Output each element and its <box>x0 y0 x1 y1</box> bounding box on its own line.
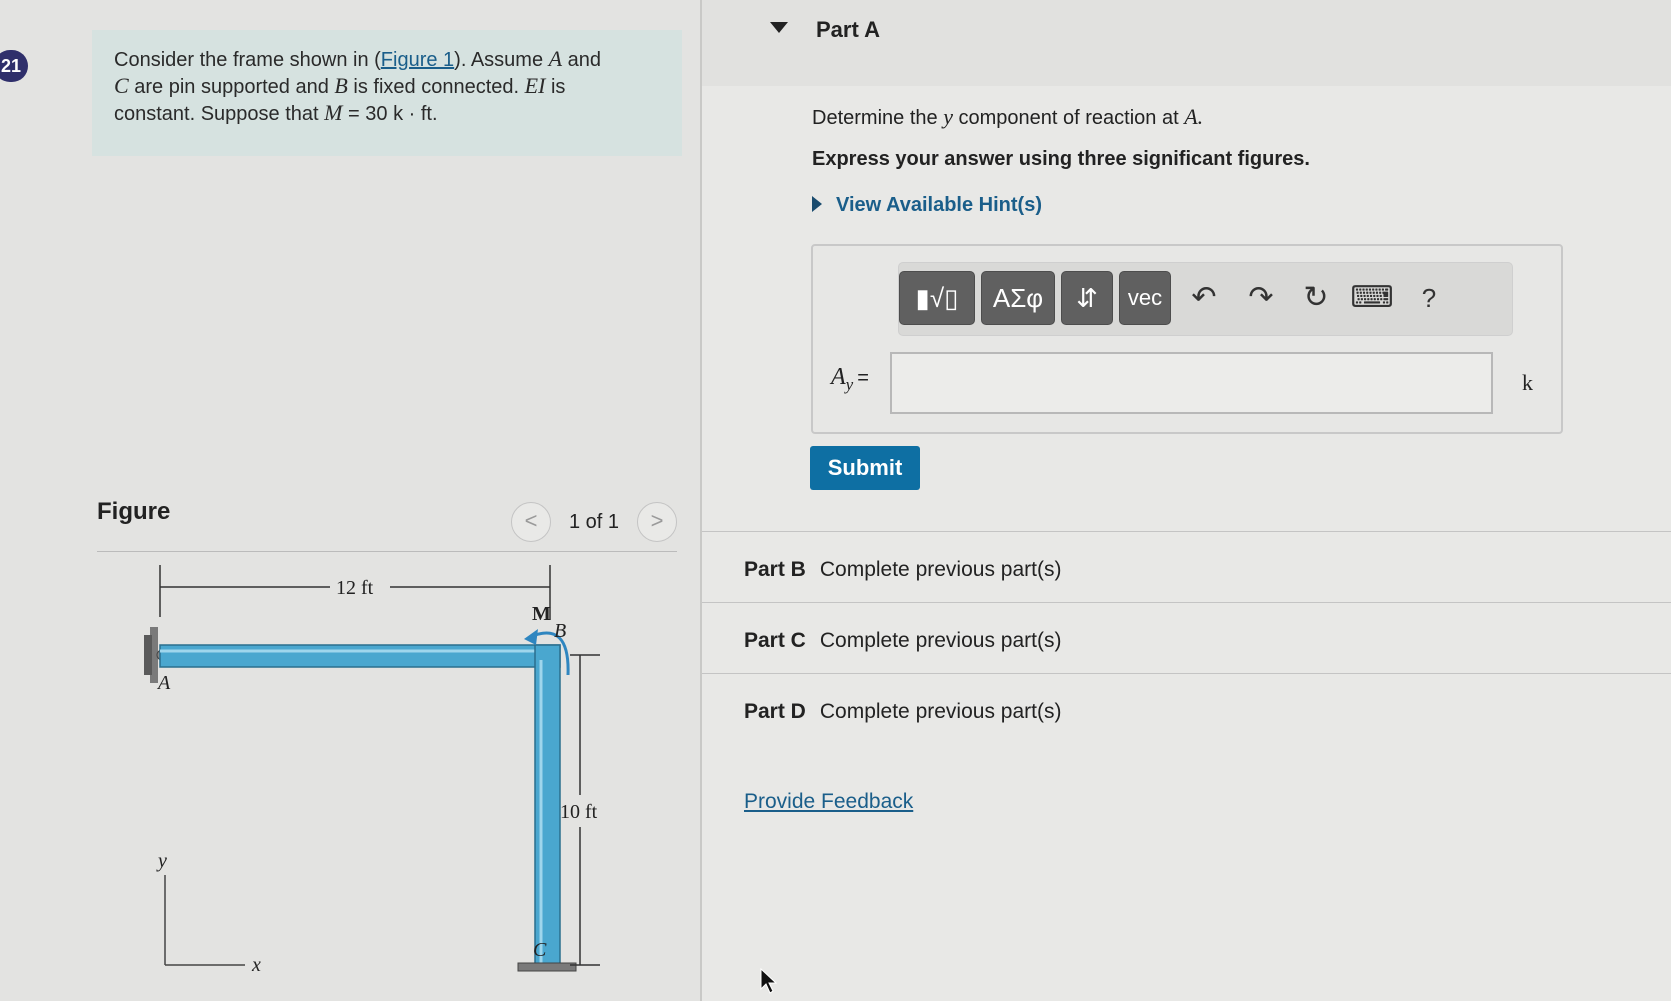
answer-label-sub: y <box>845 374 854 394</box>
part-c-label: Part C <box>744 629 806 652</box>
caret-down-icon[interactable] <box>770 22 788 33</box>
dim-horizontal-label: 12 ft <box>336 577 374 599</box>
label-a: A <box>156 672 171 694</box>
problem-statement: Consider the frame shown in (Figure 1). … <box>92 30 682 156</box>
keyboard-icon[interactable]: ⌨ <box>1347 273 1397 323</box>
part-divider <box>702 673 1671 674</box>
greek-symbols-button[interactable]: ΑΣφ <box>981 271 1055 325</box>
templates-button[interactable]: ▮√▯ <box>899 271 975 325</box>
support-a-base <box>144 635 152 675</box>
vector-button[interactable]: vec <box>1119 271 1171 325</box>
problem-text: and <box>567 49 602 71</box>
part-d-row[interactable]: Part D Complete previous part(s) <box>744 700 1061 724</box>
problem-text: ). Assume <box>454 49 544 71</box>
figure-divider <box>97 551 677 552</box>
redo-icon[interactable]: ↷ <box>1236 273 1286 323</box>
var-a: A <box>548 46 563 71</box>
figure-title: Figure <box>97 498 171 525</box>
var-m: M <box>324 100 343 125</box>
part-a-title: Part A <box>816 17 880 42</box>
part-divider <box>702 531 1671 532</box>
part-c-row[interactable]: Part C Complete previous part(s) <box>744 629 1061 653</box>
problem-text: Consider the frame shown in ( <box>114 49 381 71</box>
moment-value: = 30 k · ft. <box>348 103 438 125</box>
frame-diagram: 12 ft M B A C 10 ft y x <box>144 565 600 976</box>
view-hints-toggle[interactable]: View Available Hint(s) <box>812 194 1042 217</box>
answer-label: Ay = <box>831 364 869 395</box>
part-d-status: Complete previous part(s) <box>819 700 1062 723</box>
submit-button[interactable]: Submit <box>810 446 920 490</box>
part-b-label: Part B <box>744 558 806 581</box>
mouse-cursor-icon <box>760 968 778 994</box>
part-a-header[interactable]: Part A <box>702 0 1671 86</box>
part-b-status: Complete previous part(s) <box>819 558 1062 581</box>
label-m: M <box>532 603 551 625</box>
part-divider <box>702 602 1671 603</box>
answer-unit: k <box>1522 370 1533 395</box>
right-panel: Part A Determine the y component of reac… <box>702 0 1671 1001</box>
problem-text: are pin supported and <box>134 76 329 98</box>
arrows-button[interactable]: ⇵ <box>1061 271 1113 325</box>
axis-x-label: x <box>251 954 261 976</box>
figure-link[interactable]: Figure 1 <box>381 49 454 71</box>
answer-box: ▮√▯ ΑΣφ ⇵ vec ↶ ↷ ↻ ⌨ ? Ay = k <box>811 244 1563 434</box>
dim-vertical-label: 10 ft <box>560 801 598 823</box>
question-var-y: y <box>943 104 953 129</box>
label-c: C <box>533 939 547 961</box>
label-b: B <box>554 620 566 642</box>
part-c-status: Complete previous part(s) <box>819 629 1062 652</box>
support-c-base <box>517 962 577 972</box>
provide-feedback-link[interactable]: Provide Feedback <box>744 790 913 814</box>
math-toolbar: ▮√▯ ΑΣφ ⇵ vec ↶ ↷ ↻ ⌨ ? <box>898 262 1513 336</box>
part-b-row[interactable]: Part B Complete previous part(s) <box>744 558 1061 582</box>
member-ab <box>159 644 561 668</box>
question-text: Determine the <box>812 107 938 129</box>
var-b: B <box>334 73 348 98</box>
figure-prev-button[interactable]: < <box>511 502 551 542</box>
figure-next-button[interactable]: > <box>637 502 677 542</box>
answer-label-eq: = <box>857 367 869 389</box>
part-a-question: Determine the y component of reaction at… <box>812 104 1203 130</box>
answer-instruction: Express your answer using three signific… <box>812 148 1310 170</box>
question-var-a: A. <box>1184 104 1204 129</box>
part-d-label: Part D <box>744 700 806 723</box>
left-panel: 21 Consider the frame shown in (Figure 1… <box>0 0 700 1001</box>
member-bc <box>534 644 561 966</box>
question-text: component of reaction at <box>958 107 1179 129</box>
var-ei: EI <box>524 73 546 98</box>
answer-input[interactable] <box>890 352 1493 414</box>
problem-text: is fixed connected. <box>353 76 520 98</box>
view-hints-label: View Available Hint(s) <box>836 194 1042 216</box>
moment-arrowhead <box>524 629 538 645</box>
problem-text: constant. Suppose that <box>114 103 319 125</box>
problem-text: is <box>550 76 566 98</box>
undo-icon[interactable]: ↶ <box>1179 273 1229 323</box>
help-icon[interactable]: ? <box>1404 273 1454 323</box>
axis-y-label: y <box>156 850 167 872</box>
reset-icon[interactable]: ↻ <box>1291 273 1341 323</box>
figure-count: 1 of 1 <box>569 511 620 533</box>
answer-label-main: A <box>831 364 846 390</box>
var-c: C <box>114 73 129 98</box>
caret-right-icon <box>812 196 822 212</box>
question-number-badge: 21 <box>0 50 28 82</box>
